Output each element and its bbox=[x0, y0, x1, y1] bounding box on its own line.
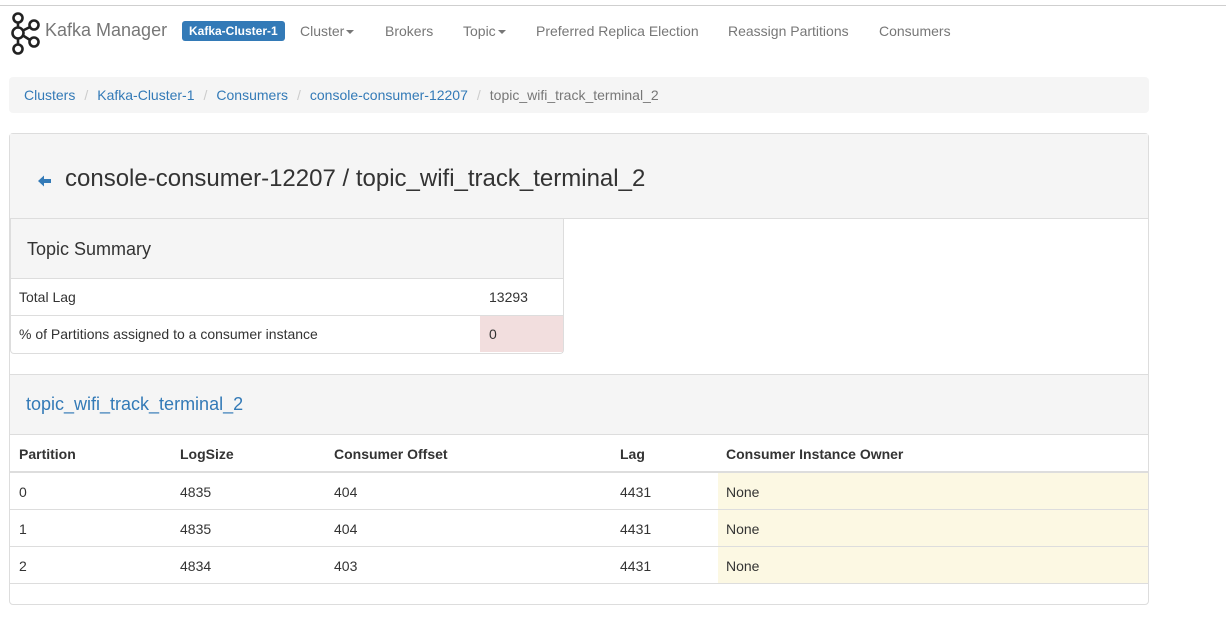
cell-owner: None bbox=[718, 510, 1148, 546]
cell-owner: None bbox=[718, 473, 1148, 509]
breadcrumb-separator: / bbox=[84, 87, 89, 103]
nav-topic-label: Topic bbox=[463, 23, 496, 39]
nav-consumers[interactable]: Consumers bbox=[879, 23, 951, 39]
topic-summary-panel: Topic Summary Total Lag 13293 % of Parti… bbox=[10, 219, 564, 354]
cell-lag: 4431 bbox=[620, 484, 652, 500]
breadcrumb-separator: / bbox=[476, 87, 481, 103]
cell-partition: 0 bbox=[19, 484, 27, 500]
cell-partition: 1 bbox=[19, 521, 27, 537]
page-title: console-consumer-12207 / topic_wifi_trac… bbox=[65, 165, 646, 192]
topic-summary-title: Topic Summary bbox=[27, 239, 152, 259]
column-header-lag: Lag bbox=[620, 446, 645, 462]
table-row: 1 4835 404 4431 None bbox=[10, 510, 1148, 547]
topic-link[interactable]: topic_wifi_track_terminal_2 bbox=[26, 394, 243, 415]
breadcrumb-separator: / bbox=[203, 87, 208, 103]
cell-partition: 2 bbox=[19, 558, 27, 574]
cell-owner: None bbox=[718, 547, 1148, 583]
breadcrumb-active-topic: topic_wifi_track_terminal_2 bbox=[489, 87, 659, 103]
breadcrumb-separator: / bbox=[297, 87, 301, 103]
breadcrumb-consumer[interactable]: console-consumer-12207 bbox=[310, 87, 468, 103]
nav-topic-dropdown[interactable]: Topic bbox=[463, 23, 506, 39]
kafka-logo-icon[interactable] bbox=[10, 11, 42, 62]
summary-value: 13293 bbox=[489, 289, 528, 305]
summary-value-danger: 0 bbox=[480, 316, 563, 352]
cell-logsize: 4835 bbox=[180, 521, 212, 537]
summary-label: Total Lag bbox=[19, 289, 76, 305]
table-row: 0 4835 404 4431 None bbox=[10, 473, 1148, 510]
breadcrumb-cluster[interactable]: Kafka-Cluster-1 bbox=[97, 87, 194, 103]
cell-lag: 4431 bbox=[620, 558, 652, 574]
cell-offset: 404 bbox=[334, 521, 358, 537]
breadcrumb-consumers[interactable]: Consumers bbox=[216, 87, 288, 103]
arrow-left-icon[interactable] bbox=[38, 174, 52, 192]
summary-label: % of Partitions assigned to a consumer i… bbox=[19, 326, 318, 342]
column-header-consumer-offset: Consumer Offset bbox=[334, 446, 448, 462]
cell-offset: 403 bbox=[334, 558, 358, 574]
nav-cluster-label: Cluster bbox=[300, 23, 345, 39]
table-body: 0 4835 404 4431 None 1 4835 404 4431 Non… bbox=[10, 473, 1148, 585]
caret-down-icon bbox=[497, 30, 506, 35]
nav-brokers[interactable]: Brokers bbox=[385, 23, 433, 39]
cell-offset: 404 bbox=[334, 484, 358, 500]
cell-logsize: 4834 bbox=[180, 558, 212, 574]
column-header-partition: Partition bbox=[19, 446, 76, 462]
partitions-heading: topic_wifi_track_terminal_2 bbox=[10, 375, 1148, 435]
column-header-owner: Consumer Instance Owner bbox=[726, 446, 904, 462]
nav-cluster-dropdown[interactable]: Cluster bbox=[300, 23, 355, 39]
nav-reassign-partitions[interactable]: Reassign Partitions bbox=[728, 23, 849, 39]
column-header-logsize: LogSize bbox=[180, 446, 234, 462]
nav-preferred-replica-election[interactable]: Preferred Replica Election bbox=[536, 23, 699, 39]
navbar: Kafka Manager Kafka-Cluster-1 Cluster Br… bbox=[0, 6, 1226, 56]
summary-row-total-lag: Total Lag 13293 bbox=[11, 279, 563, 316]
topic-summary-heading: Topic Summary bbox=[11, 219, 563, 279]
summary-row-partitions-assigned: % of Partitions assigned to a consumer i… bbox=[11, 316, 563, 353]
breadcrumb-clusters[interactable]: Clusters bbox=[24, 87, 75, 103]
cell-logsize: 4835 bbox=[180, 484, 212, 500]
panel-heading: console-consumer-12207 / topic_wifi_trac… bbox=[10, 134, 1148, 219]
table-row: 2 4834 403 4431 None bbox=[10, 547, 1148, 584]
caret-down-icon bbox=[346, 30, 355, 35]
cell-lag: 4431 bbox=[620, 521, 652, 537]
brand-title[interactable]: Kafka Manager bbox=[45, 20, 167, 41]
breadcrumb: Clusters / Kafka-Cluster-1 / Consumers / conso… bbox=[9, 77, 1149, 113]
cluster-badge[interactable]: Kafka-Cluster-1 bbox=[182, 21, 285, 41]
partitions-panel: topic_wifi_track_terminal_2 Partition Lo… bbox=[10, 374, 1148, 584]
consumer-topic-panel: console-consumer-12207 / topic_wifi_trac… bbox=[9, 133, 1149, 605]
table-header: Partition LogSize Consumer Offset Lag Co… bbox=[10, 435, 1148, 473]
